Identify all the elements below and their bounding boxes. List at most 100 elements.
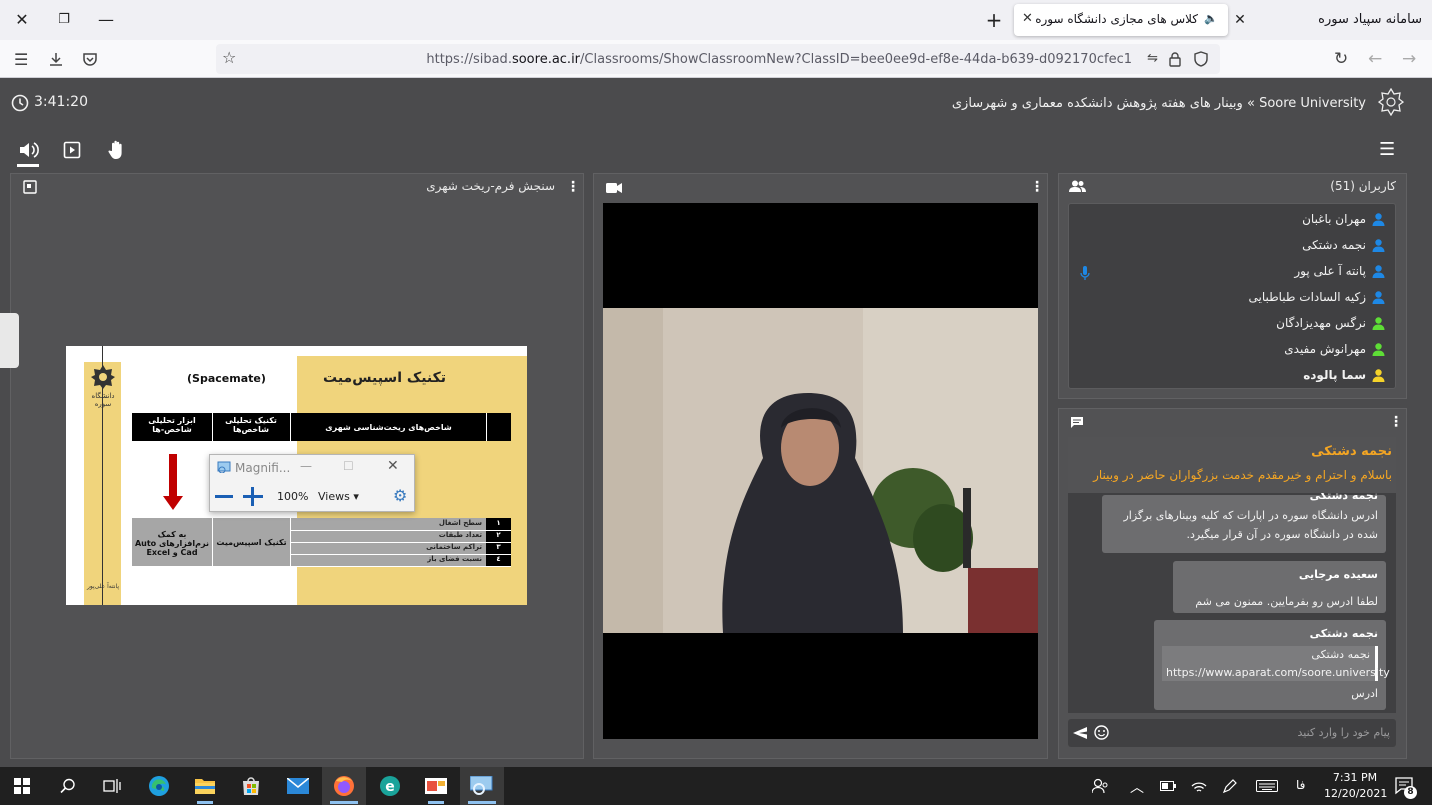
presentation-side-handle[interactable] <box>0 313 19 368</box>
taskbar-store[interactable] <box>229 767 273 805</box>
audio-icon[interactable] <box>18 140 40 160</box>
send-icon[interactable] <box>1073 727 1087 739</box>
shield-icon[interactable] <box>1194 51 1208 67</box>
running-indicator <box>468 801 496 804</box>
windows-taskbar: e ︿ فا 7:31 PM 12/20/2021 8 <box>0 767 1432 805</box>
start-button[interactable] <box>0 767 44 805</box>
pen-icon[interactable] <box>1222 778 1238 794</box>
back-icon[interactable]: → <box>1402 51 1416 68</box>
chat-options-icon[interactable]: ⋮ <box>1389 415 1403 429</box>
keyboard-icon[interactable] <box>1256 780 1278 792</box>
speaker-icon[interactable]: 🔈 <box>1204 12 1218 25</box>
audio-active-indicator <box>17 164 39 167</box>
magnifier-views-button[interactable]: Views ▾ <box>318 490 359 503</box>
user-icon <box>1372 238 1385 252</box>
magnifier-maximize-icon[interactable]: ☐ <box>343 459 354 473</box>
taskbar-mail[interactable] <box>276 767 320 805</box>
user-list-item[interactable]: زکیه السادات طباطبایی <box>1248 290 1385 304</box>
forward-icon[interactable]: ← <box>1368 51 1382 68</box>
magnifier-minimize-icon[interactable]: — <box>300 459 312 473</box>
pocket-icon[interactable] <box>82 51 98 67</box>
magnifier-window[interactable]: Magnifi... — ☐ ✕ 100% Views ▾ ⚙ <box>209 454 415 512</box>
browser-tab-bar: ✕ ❐ — + ✕ کلاس های مجازی دانشگاه سوره 🔈 … <box>0 0 1432 40</box>
taskbar-edge[interactable] <box>137 767 181 805</box>
url-field[interactable]: ☆ https://sibad.soore.ac.ir/Classrooms/S… <box>216 44 1220 74</box>
language-indicator[interactable]: فا <box>1296 778 1305 792</box>
presentation-icon[interactable] <box>63 141 81 159</box>
magnifier-title: Magnifi... <box>235 461 291 475</box>
video-options-icon[interactable]: ⋮ <box>1030 180 1044 194</box>
wifi-icon[interactable] <box>1191 778 1207 794</box>
chat-message-author: نجمه دشتکی <box>1309 627 1378 640</box>
browser-toolbar: ☰ ☆ https://sibad.soore.ac.ir/Classrooms… <box>0 40 1432 78</box>
chat-input-placeholder: پیام خود را وارد کنید <box>1297 726 1390 739</box>
raise-hand-icon[interactable] <box>107 139 127 161</box>
user-icon <box>1372 342 1385 356</box>
magnifier-icon <box>470 776 493 795</box>
user-list-item[interactable]: مهران باغبان <box>1302 212 1385 226</box>
active-tab[interactable]: ✕ کلاس های مجازی دانشگاه سوره 🔈 <box>1014 4 1228 36</box>
user-list: مهران باغبان نجمه دشتکی پانته آ علی پور زکی… <box>1068 203 1396 389</box>
zoom-out-icon[interactable] <box>215 495 233 498</box>
taskbar-firefox[interactable] <box>322 767 366 805</box>
running-indicator <box>197 801 213 804</box>
slide-col-tool: ابزار تحلیلی شاخص-ها <box>148 416 196 434</box>
magnifier-app-icon <box>217 461 231 473</box>
user-name: پانته آ علی پور <box>1294 264 1366 278</box>
slide-row-label: نسبت فضای باز <box>427 555 482 563</box>
magnifier-close-icon[interactable]: ✕ <box>387 458 399 474</box>
new-tab-icon[interactable]: + <box>982 8 1006 32</box>
task-view-button[interactable] <box>90 767 134 805</box>
slide-row-number: ۳ <box>496 543 501 551</box>
battery-icon[interactable] <box>1160 781 1176 791</box>
people-icon[interactable] <box>1092 778 1108 794</box>
lock-icon[interactable] <box>1168 51 1182 67</box>
download-icon[interactable] <box>48 51 64 67</box>
bookmark-star-icon[interactable]: ☆ <box>222 50 236 66</box>
taskbar-presentation-app[interactable] <box>414 767 458 805</box>
taskbar-eclass[interactable]: e <box>368 767 412 805</box>
chat-quote-link[interactable]: https://www.aparat.com/soore.university <box>1166 666 1390 679</box>
chat-input[interactable]: پیام خود را وارد کنید <box>1068 719 1396 747</box>
clock[interactable]: 7:31 PM 12/20/2021 <box>1324 771 1387 800</box>
close-tab-icon[interactable]: ✕ <box>1228 8 1252 32</box>
pinned-text: باسلام و احترام و خیرمقدم خدمت بزرگواران… <box>1093 468 1392 482</box>
slide-tool-text: به کمک نرم‌افزارهای Auto Cad و Excel <box>134 530 210 557</box>
reload-icon[interactable]: ↻ <box>1334 51 1348 68</box>
permissions-icon[interactable]: ⇋ <box>1147 51 1158 67</box>
slide-divider <box>486 413 487 441</box>
user-list-item[interactable]: پانته آ علی پور <box>1294 264 1385 278</box>
fullscreen-icon[interactable] <box>23 180 37 194</box>
presentation-options-icon[interactable]: ⋮ <box>566 180 580 194</box>
menu-icon[interactable]: ☰ <box>14 52 28 68</box>
user-list-item[interactable]: سما پالوده <box>1303 368 1385 382</box>
close-window-icon[interactable]: ✕ <box>10 8 34 32</box>
emoji-icon[interactable] <box>1094 725 1109 740</box>
slide-author: پانته‌آ علی‌پور <box>86 583 119 590</box>
user-list-item[interactable]: نجمه دشتکی <box>1302 238 1385 252</box>
magnifier-settings-icon[interactable]: ⚙ <box>393 486 407 505</box>
chat-icon <box>1071 417 1083 428</box>
hamburger-menu-icon[interactable]: ☰ <box>1379 141 1395 159</box>
presentation-title: سنجش فرم-ریخت شهری <box>426 179 555 193</box>
chevron-up-icon[interactable]: ︿ <box>1130 777 1144 797</box>
clock-time: 7:31 PM <box>1332 771 1378 784</box>
slide-row-label: سطح اشغال <box>438 519 482 527</box>
user-icon <box>1372 290 1385 304</box>
slide-row-number: ۲ <box>496 531 501 539</box>
url-text: https://sibad.soore.ac.ir/Classrooms/Sho… <box>426 52 1132 67</box>
minimize-window-icon[interactable]: — <box>94 8 118 32</box>
session-timer: 3:41:20 <box>34 94 88 110</box>
slide-arrow-shaft <box>169 454 177 498</box>
restore-window-icon[interactable]: ❐ <box>52 8 76 32</box>
taskbar-file-explorer[interactable] <box>183 767 227 805</box>
tab-close-icon[interactable]: ✕ <box>1022 11 1033 26</box>
taskbar-magnifier[interactable] <box>460 767 504 805</box>
user-list-item[interactable]: نرگس مهدیزادگان <box>1276 316 1385 330</box>
users-title: کاربران (51) <box>1330 179 1396 193</box>
slide-heading-en: (Spacemate) <box>187 372 266 385</box>
search-button[interactable] <box>46 767 90 805</box>
mail-icon <box>287 778 309 794</box>
user-list-item[interactable]: مهرانوش مفیدی <box>1284 342 1385 356</box>
microphone-icon <box>1080 266 1090 280</box>
